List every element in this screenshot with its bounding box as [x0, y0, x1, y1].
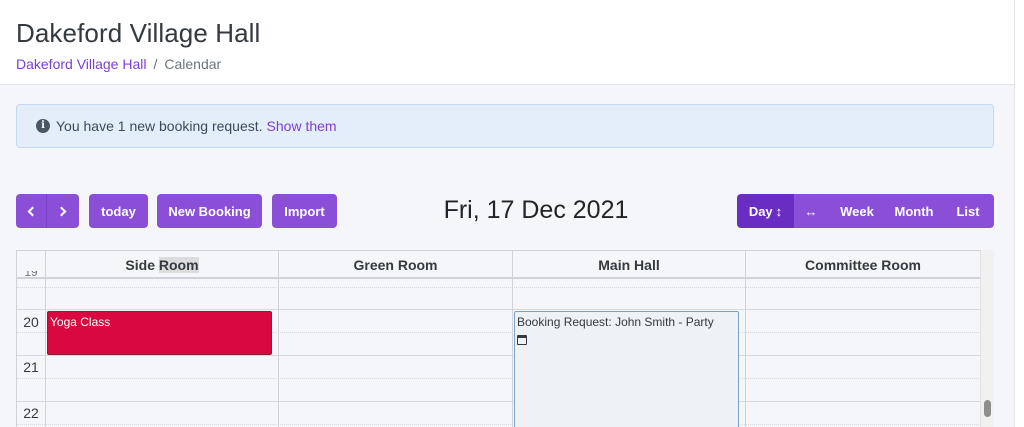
- event-title: Yoga Class: [50, 315, 111, 329]
- page-header: Dakeford Village Hall Dakeford Village H…: [0, 0, 1014, 85]
- next-button[interactable]: [47, 194, 79, 228]
- half-hour-line: [17, 378, 981, 379]
- alert-text: You have 1 new booking request.: [56, 118, 263, 134]
- breadcrumb-separator: /: [153, 56, 158, 72]
- column-header-side-room: Side Room: [46, 251, 279, 278]
- column-header-committee-room: Committee Room: [746, 251, 981, 278]
- chevron-right-icon: [56, 206, 67, 216]
- hour-line: [17, 401, 981, 402]
- time-label-19: 19: [24, 271, 38, 279]
- event-title: Booking Request: John Smith - Party: [517, 315, 714, 329]
- time-label-22: 22: [23, 405, 39, 421]
- chevron-left-icon: [27, 206, 38, 216]
- calendar-scrollbar[interactable]: [980, 250, 994, 427]
- calendar-date-title: Fri, 17 Dec 2021: [443, 196, 629, 224]
- breadcrumb-current: Calendar: [164, 56, 222, 72]
- column-header-label: Side: [125, 256, 155, 273]
- column-header-green-room: Green Room: [279, 251, 513, 278]
- list-view-button[interactable]: List: [942, 194, 994, 228]
- week-view-button[interactable]: Week: [828, 194, 886, 228]
- time-label-21: 21: [23, 359, 39, 375]
- half-hour-line: [17, 424, 981, 425]
- breadcrumb-home-link[interactable]: Dakeford Village Hall: [16, 56, 146, 72]
- event-booking-request[interactable]: Booking Request: John Smith - Party: [514, 311, 739, 427]
- new-booking-button[interactable]: New Booking: [157, 194, 262, 228]
- horizontal-arrows-icon: ↔: [804, 203, 818, 219]
- breadcrumb: Dakeford Village Hall / Calendar: [16, 56, 221, 72]
- prev-next-group: [16, 194, 79, 228]
- hour-line: [17, 309, 981, 310]
- highlighted-text: Room: [158, 256, 199, 273]
- header-divider: [17, 277, 994, 279]
- day-view-button[interactable]: Day ↕: [737, 194, 794, 228]
- half-hour-line: [17, 287, 981, 288]
- prev-button[interactable]: [16, 194, 47, 228]
- horizontal-layout-button[interactable]: ↔: [794, 194, 828, 228]
- event-yoga-class[interactable]: Yoga Class: [47, 311, 272, 355]
- scrollbar-thumb[interactable]: [984, 400, 991, 417]
- hour-line: [17, 355, 981, 356]
- import-button[interactable]: Import: [272, 194, 337, 228]
- today-button[interactable]: today: [89, 194, 148, 228]
- info-circle-icon: i: [36, 119, 50, 133]
- view-switcher: Day ↕ ↔ Week Month List: [737, 194, 994, 228]
- window-edge: [1014, 0, 1024, 427]
- calendar-icon: [517, 335, 527, 345]
- month-view-button[interactable]: Month: [886, 194, 942, 228]
- booking-request-alert: i You have 1 new booking request. Show t…: [16, 104, 994, 148]
- page-title: Dakeford Village Hall: [16, 18, 261, 48]
- time-label-20: 20: [23, 314, 39, 330]
- calendar-grid: Side Room Green Room Main Hall Committee…: [16, 250, 994, 427]
- vertical-arrows-icon: ↕: [775, 203, 783, 219]
- show-requests-link[interactable]: Show them: [267, 118, 337, 134]
- column-header-main-hall: Main Hall: [513, 251, 746, 278]
- day-view-label: Day: [748, 203, 773, 219]
